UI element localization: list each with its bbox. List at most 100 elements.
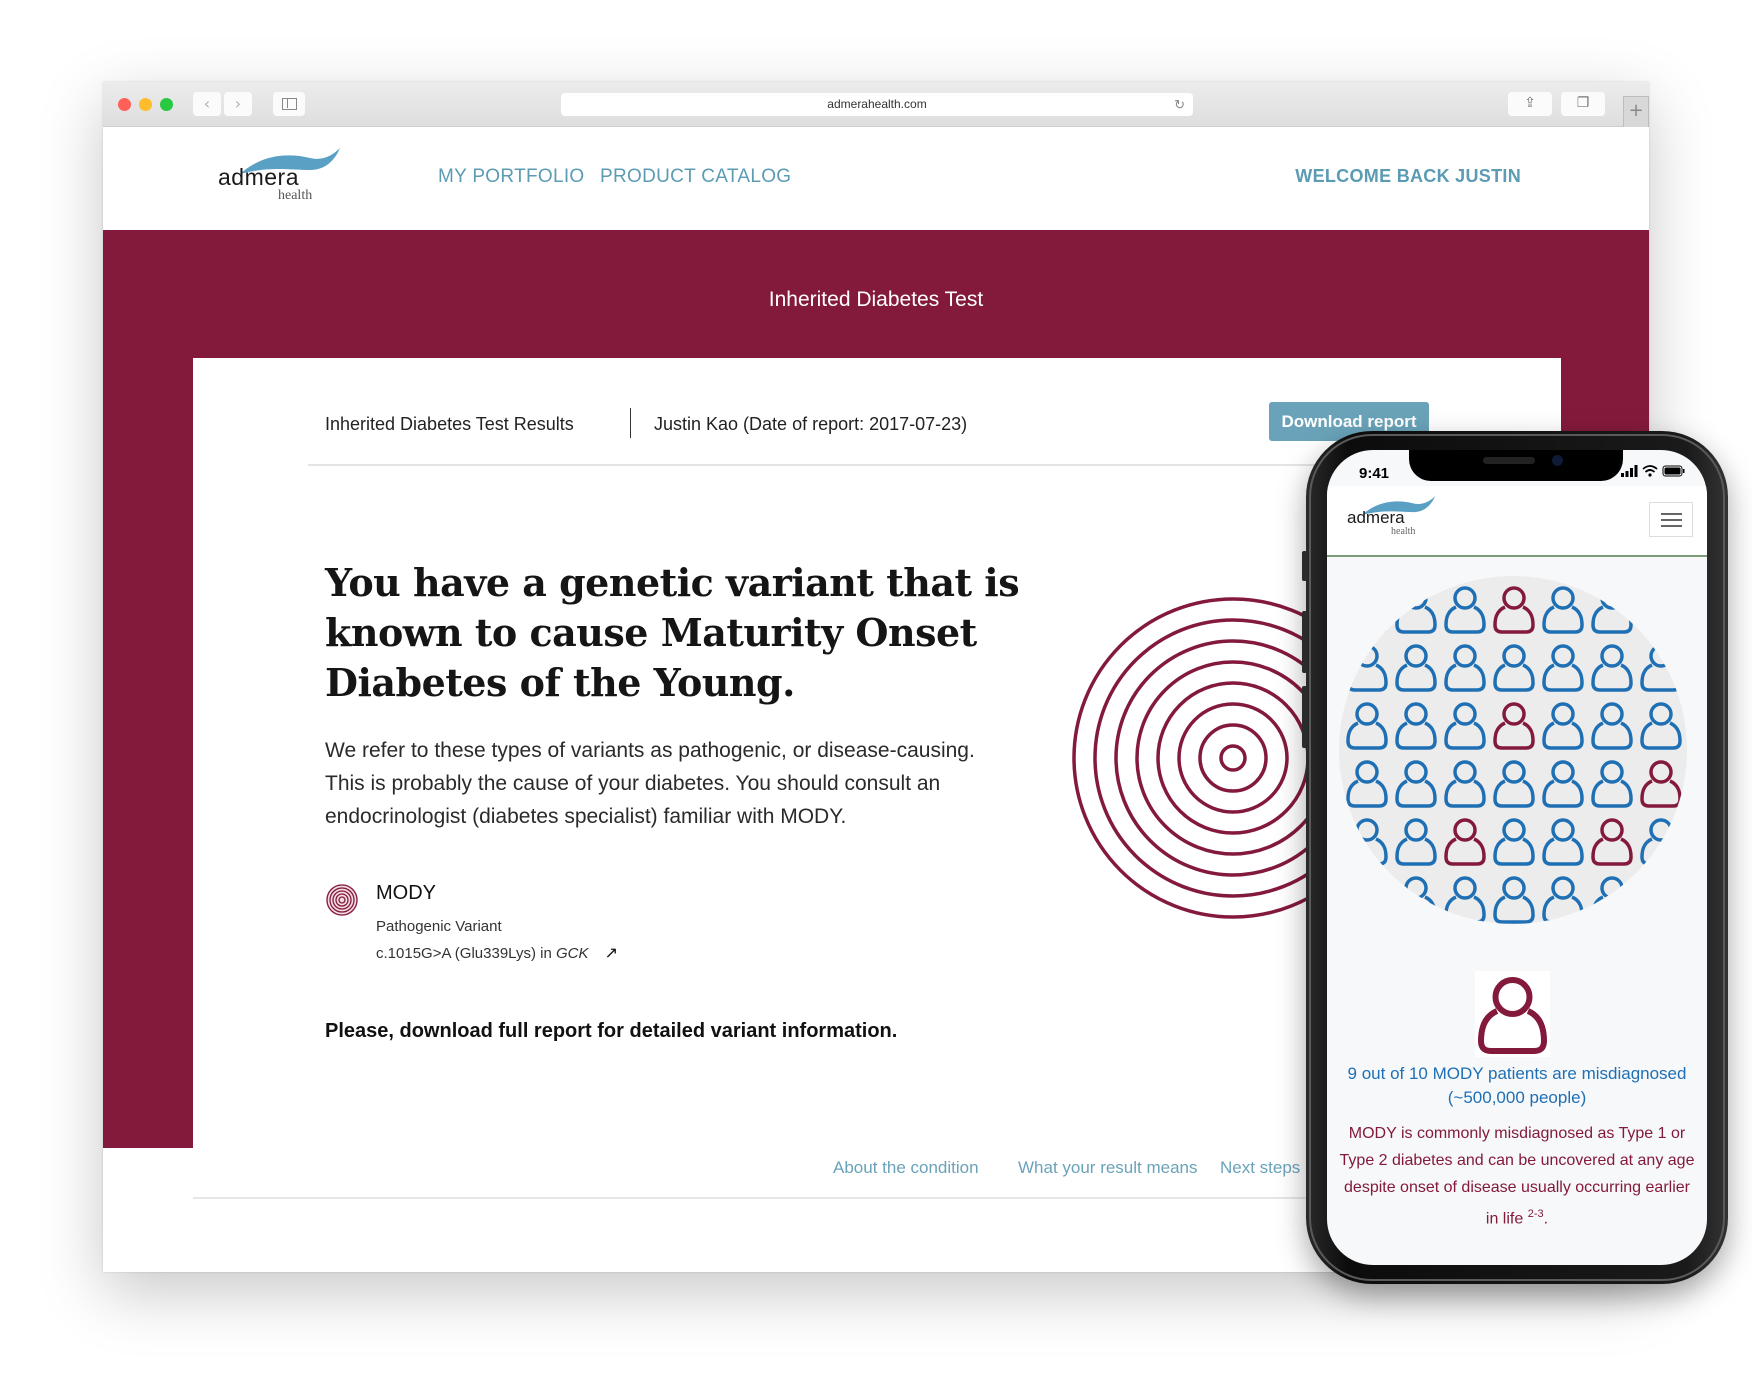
forward-button[interactable]: ›	[224, 92, 252, 116]
person-icon	[1493, 644, 1535, 692]
person-icon	[1591, 586, 1633, 634]
subnav-result-meaning[interactable]: What your result means	[1018, 1158, 1198, 1178]
person-icon	[1444, 586, 1486, 634]
person-icon	[1591, 644, 1633, 692]
site-header: admera health MY PORTFOLIO PRODUCT CATAL…	[103, 128, 1649, 230]
subnav-next-steps[interactable]: Next steps	[1220, 1158, 1300, 1178]
person-icon	[1444, 702, 1486, 750]
person-icon	[1542, 818, 1584, 866]
subnav-about-condition[interactable]: About the condition	[833, 1158, 979, 1178]
person-icon	[1640, 818, 1682, 866]
url-text: admerahealth.com	[827, 97, 927, 111]
mobile-logo[interactable]: admera health	[1347, 496, 1437, 546]
person-icon	[1395, 818, 1437, 866]
phone-volume-down	[1302, 686, 1307, 748]
reload-icon[interactable]: ↻	[1174, 93, 1185, 116]
phone-volume-up	[1302, 611, 1307, 673]
person-icon	[1395, 876, 1437, 924]
person-icon	[1493, 876, 1535, 924]
person-icon	[1346, 760, 1388, 808]
browser-toolbar: ‹ › admerahealth.com ↻ ⇪ ❐ +	[103, 82, 1649, 127]
misdiagnosis-stat: 9 out of 10 MODY patients are misdiagnos…	[1347, 1064, 1687, 1107]
person-icon-highlighted	[1493, 586, 1535, 634]
person-icon	[1395, 644, 1437, 692]
result-headline: You have a genetic variant that is known…	[325, 560, 1020, 705]
person-icon	[1395, 702, 1437, 750]
person-icon	[1346, 818, 1388, 866]
variant-gene: GCK	[555, 945, 589, 962]
report-title: Inherited Diabetes Test Results	[325, 414, 574, 434]
person-icon	[1444, 760, 1486, 808]
plus-icon: +	[1628, 100, 1644, 121]
person-icon	[1542, 702, 1584, 750]
person-icon	[1591, 760, 1633, 808]
share-icon: ⇪	[1524, 95, 1536, 111]
logo-wordmark: admera	[218, 164, 299, 190]
ring	[1135, 660, 1331, 856]
sidebar-toggle-button[interactable]	[273, 92, 305, 116]
chevron-right-icon: ›	[234, 94, 242, 113]
back-button[interactable]: ‹	[193, 92, 221, 116]
logo-subtitle: health	[1391, 526, 1416, 537]
address-bar[interactable]: admerahealth.com ↻	[561, 93, 1193, 116]
person-icon	[1640, 644, 1682, 692]
person-icon	[1542, 760, 1584, 808]
person-icon	[1542, 586, 1584, 634]
nav-product-catalog[interactable]: PRODUCT CATALOG	[600, 166, 791, 188]
person-icon-highlighted	[1591, 818, 1633, 866]
show-tabs-button[interactable]: ❐	[1561, 92, 1605, 116]
person-icon	[1346, 586, 1388, 634]
person-icon	[1395, 760, 1437, 808]
person-icon	[1640, 586, 1682, 634]
people-infographic	[1339, 576, 1687, 924]
variant-classification: Pathogenic Variant	[376, 918, 502, 935]
description-text: MODY is commonly misdiagnosed as Type 1 …	[1339, 1125, 1695, 1228]
logo-subtitle: health	[278, 188, 313, 203]
patient-info: Justin Kao (Date of report: 2017-07-23)	[654, 414, 968, 434]
welcome-user-link[interactable]: WELCOME BACK JUSTIN	[1295, 166, 1521, 187]
logo-wordmark: admera	[1347, 508, 1405, 527]
sidebar-icon	[282, 98, 297, 110]
person-icon	[1591, 702, 1633, 750]
phone-silent-switch	[1302, 551, 1307, 581]
person-icon	[1346, 702, 1388, 750]
status-bar-time: 9:41	[1359, 465, 1390, 482]
maximize-window-button[interactable]	[160, 98, 173, 111]
person-icon	[1475, 971, 1550, 1057]
person-icon-highlighted	[1640, 760, 1682, 808]
person-icon-highlighted	[1444, 818, 1486, 866]
person-icon	[1493, 760, 1535, 808]
person-icon	[1640, 702, 1682, 750]
person-icon-highlighted	[1493, 702, 1535, 750]
phone-screen: 9:41 admera health 9 out of 10 MODY pati…	[1327, 450, 1707, 1265]
person-icon	[1444, 644, 1486, 692]
person-icon	[1640, 876, 1682, 924]
wifi-icon	[1642, 465, 1658, 473]
nav-my-portfolio[interactable]: MY PORTFOLIO	[438, 166, 584, 188]
result-intro: We refer to these types of variants as p…	[325, 739, 975, 828]
ring	[1198, 723, 1268, 793]
ring	[1177, 702, 1289, 814]
citation-ref[interactable]: 2-3	[1528, 1208, 1544, 1220]
external-link-icon[interactable]: ↗	[605, 943, 618, 963]
admera-logo[interactable]: admera health	[218, 148, 343, 210]
person-icon	[1346, 876, 1388, 924]
phone-notch	[1409, 450, 1623, 481]
new-tab-button[interactable]: +	[1623, 96, 1649, 127]
person-icon	[1542, 644, 1584, 692]
minimize-window-button[interactable]	[139, 98, 152, 111]
share-button[interactable]: ⇪	[1508, 92, 1552, 116]
close-window-button[interactable]	[118, 98, 131, 111]
variant-hgvs-text: c.1015G>A (Glu339Lys) in	[376, 945, 556, 962]
person-icon	[1346, 644, 1388, 692]
hamburger-menu-icon[interactable]	[1649, 502, 1693, 537]
mobile-phone-mockup: 9:41 admera health 9 out of 10 MODY pati…	[1302, 431, 1728, 1284]
download-prompt: Please, download full report for detaile…	[325, 1020, 898, 1042]
mobile-header: admera health	[1327, 486, 1707, 557]
chevron-left-icon: ‹	[203, 94, 211, 113]
misdiagnosis-description: MODY is commonly misdiagnosed as Type 1 …	[1339, 1125, 1695, 1228]
person-icon	[1493, 818, 1535, 866]
tabs-icon: ❐	[1576, 95, 1590, 111]
page-title: Inherited Diabetes Test	[768, 288, 984, 311]
signal-icon	[1621, 465, 1638, 477]
